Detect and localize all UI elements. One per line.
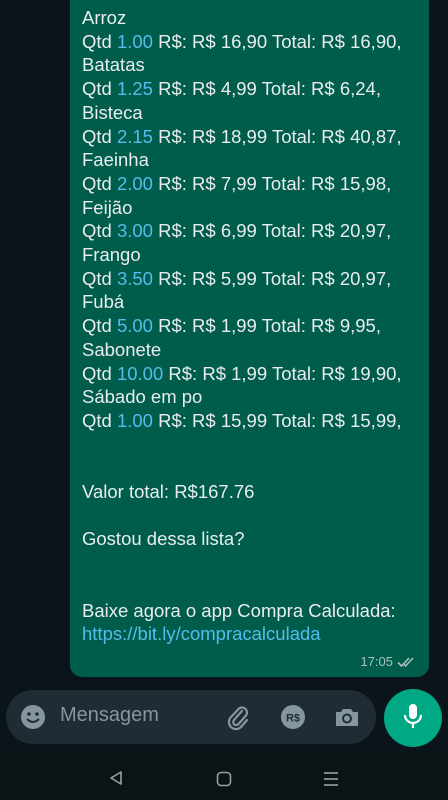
qty-label: Qtd <box>82 362 112 384</box>
system-nav-bar <box>0 752 448 800</box>
item-total: Total: R$ 40,87, <box>271 125 402 147</box>
valor-total: Valor total: R$167.76 <box>82 481 255 503</box>
item-total: Total: R$ 15,98, <box>261 172 392 194</box>
qty-label: Qtd <box>82 30 112 52</box>
item-name: Batatas <box>82 54 145 76</box>
item-price: R$: R$ 1,99 <box>158 315 257 337</box>
nav-home-icon[interactable] <box>216 771 232 792</box>
mic-button[interactable] <box>384 689 442 747</box>
promo-text: Baixe agora o app Compra Calculada: <box>82 599 396 621</box>
paperclip-icon[interactable] <box>224 703 252 731</box>
item-qty: 3.50 <box>116 267 153 289</box>
item-total: Total: R$ 15,99, <box>271 409 402 431</box>
emoji-icon[interactable] <box>20 704 46 730</box>
item-detail: Qtd 5.00 R$: R$ 1,99 Total: R$ 9,95, <box>82 314 417 338</box>
qty-label: Qtd <box>82 267 112 289</box>
qty-label: Qtd <box>82 220 112 242</box>
promo-link[interactable]: https://bit.ly/compracalculada <box>82 622 417 646</box>
item-price: R$: R$ 7,99 <box>158 172 257 194</box>
item-price: R$: R$ 1,99 <box>168 362 268 384</box>
mic-icon <box>401 702 425 735</box>
item-detail: Qtd 3.50 R$: R$ 5,99 Total: R$ 20,97, <box>82 267 417 291</box>
message-text: Arroz Qtd 1.00 R$: R$ 16,90 Total: R$ 16… <box>82 6 417 646</box>
item-name: Sábado em po <box>82 386 203 408</box>
message-meta: 17:05 <box>360 654 417 669</box>
qty-label: Qtd <box>82 409 112 431</box>
rs-icon[interactable]: R$ <box>279 703 307 731</box>
item-detail: Qtd 2.15 R$: R$ 18,99 Total: R$ 40,87, <box>82 125 417 149</box>
item-detail: Qtd 1.25 R$: R$ 4,99 Total: R$ 6,24, <box>82 77 417 101</box>
item-price: R$: R$ 5,99 <box>158 267 257 289</box>
nav-back-icon[interactable] <box>108 770 124 791</box>
item-price: R$: R$ 15,99 <box>158 409 268 431</box>
camera-icon[interactable] <box>333 703 361 731</box>
item-qty: 1.00 <box>116 30 153 52</box>
double-check-icon <box>397 656 417 668</box>
chat-area: Arroz Qtd 1.00 R$: R$ 16,90 Total: R$ 16… <box>0 0 448 684</box>
composer-bar: Mensagem R$ <box>0 684 448 752</box>
item-total: Total: R$ 16,90, <box>271 30 402 52</box>
item-name: Feijão <box>82 196 133 218</box>
item-name: Faeinha <box>82 149 149 171</box>
message-input[interactable]: Mensagem <box>60 704 159 727</box>
message-bubble[interactable]: Arroz Qtd 1.00 R$: R$ 16,90 Total: R$ 16… <box>70 0 429 677</box>
qty-label: Qtd <box>82 125 112 147</box>
item-qty: 2.00 <box>116 172 153 194</box>
message-time: 17:05 <box>360 654 393 669</box>
item-total: Total: R$ 19,90, <box>271 362 402 384</box>
item-qty: 1.00 <box>116 409 153 431</box>
item-name: Bisteca <box>82 101 143 123</box>
item-detail: Qtd 1.00 R$: R$ 16,90 Total: R$ 16,90, <box>82 30 417 54</box>
item-detail: Qtd 10.00 R$: R$ 1,99 Total: R$ 19,90, <box>82 362 417 386</box>
item-price: R$: R$ 16,90 <box>158 30 268 52</box>
item-detail: Qtd 2.00 R$: R$ 7,99 Total: R$ 15,98, <box>82 172 417 196</box>
item-price: R$: R$ 4,99 <box>158 78 257 100</box>
item-price: R$: R$ 6,99 <box>158 220 257 242</box>
item-total: Total: R$ 20,97, <box>261 220 392 242</box>
item-qty: 5.00 <box>116 315 153 337</box>
item-price: R$: R$ 18,99 <box>158 125 268 147</box>
item-name: Frango <box>82 244 141 266</box>
rs-icon-label: R$ <box>286 713 300 725</box>
item-total: Total: R$ 9,95, <box>261 315 381 337</box>
item-qty: 1.25 <box>116 78 153 100</box>
item-qty: 2.15 <box>116 125 153 147</box>
nav-recents-icon[interactable] <box>322 771 340 792</box>
item-qty: 10.00 <box>116 362 164 384</box>
item-total: Total: R$ 20,97, <box>261 267 392 289</box>
qty-label: Qtd <box>82 315 112 337</box>
item-total: Total: R$ 6,24, <box>261 78 381 100</box>
item-detail: Qtd 1.00 R$: R$ 15,99 Total: R$ 15,99, <box>82 409 417 433</box>
message-input-box[interactable]: Mensagem R$ <box>6 690 376 744</box>
item-qty: 3.00 <box>116 220 153 242</box>
qty-label: Qtd <box>82 78 112 100</box>
qty-label: Qtd <box>82 172 112 194</box>
item-detail: Qtd 3.00 R$: R$ 6,99 Total: R$ 20,97, <box>82 219 417 243</box>
item-name: Fubá <box>82 291 125 313</box>
question-text: Gostou dessa lista? <box>82 528 245 550</box>
item-name: Arroz <box>82 7 127 28</box>
item-name: Sabonete <box>82 338 162 360</box>
